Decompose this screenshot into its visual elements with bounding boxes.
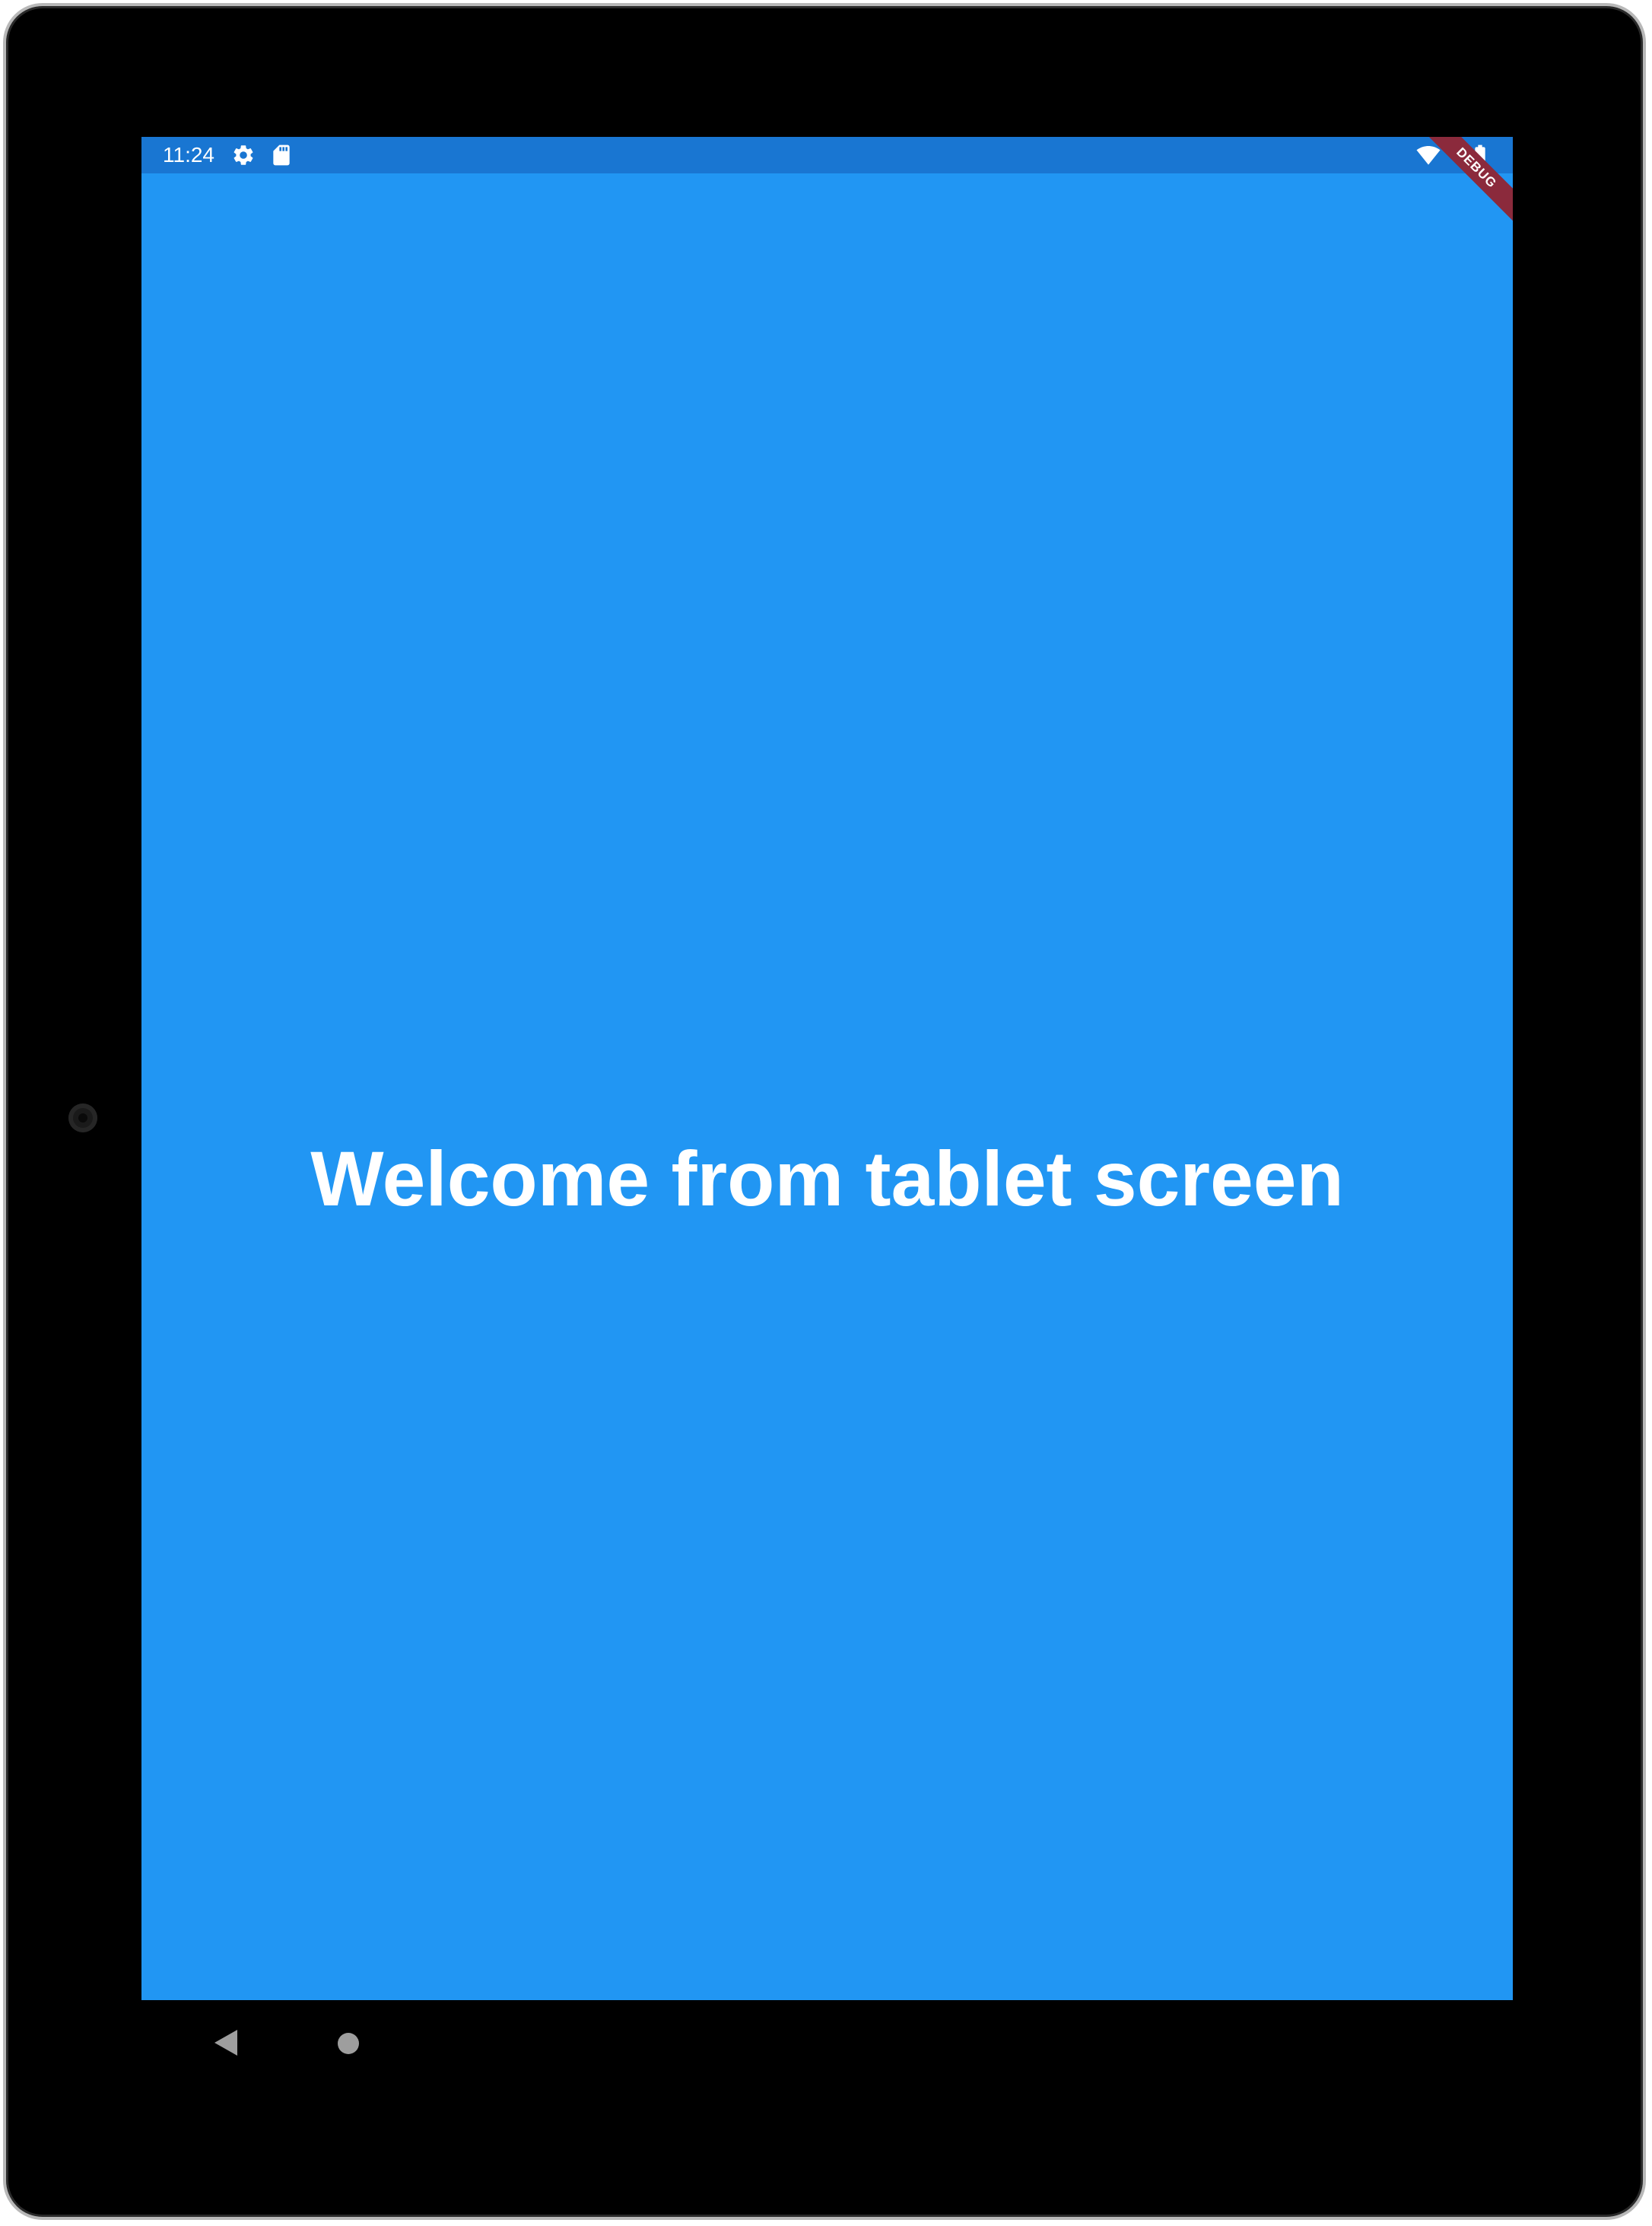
- status-bar: 11:24: [141, 137, 1513, 173]
- sd-card-icon: [273, 144, 290, 166]
- app-screen: 11:24 DEBUG Welcome from tablet screen: [141, 137, 1513, 2000]
- status-time: 11:24: [163, 143, 214, 167]
- wifi-icon: [1416, 146, 1441, 165]
- front-camera: [68, 1103, 97, 1132]
- settings-gear-icon: [234, 145, 253, 165]
- back-icon[interactable]: [213, 2028, 239, 2057]
- home-icon[interactable]: [338, 2033, 359, 2054]
- welcome-title: Welcome from tablet screen: [310, 1135, 1344, 1222]
